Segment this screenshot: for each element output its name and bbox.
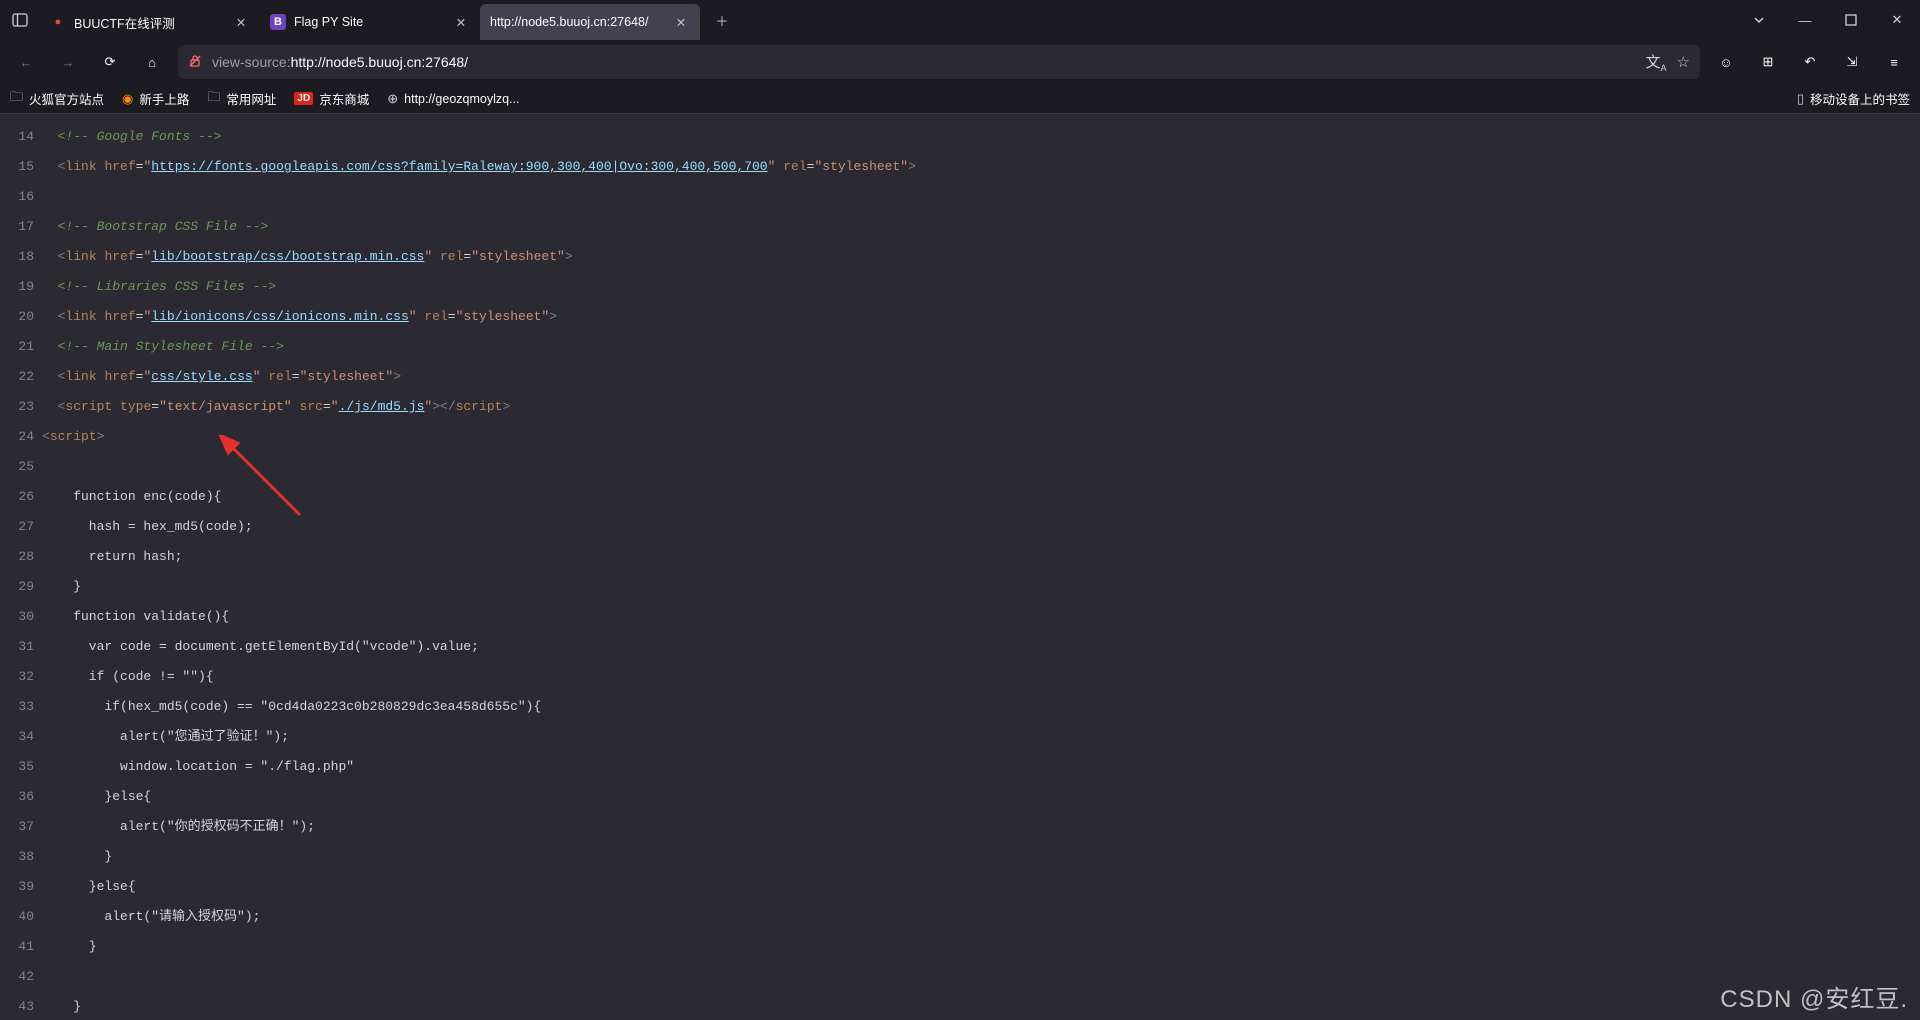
close-icon[interactable]: ✕ <box>672 15 690 30</box>
reload-button[interactable]: ⟳ <box>94 46 126 78</box>
tabs-overflow-icon[interactable] <box>1736 0 1782 40</box>
source-code: 14 <!-- Google Fonts --> 15 <link href="… <box>0 114 1920 1020</box>
favicon-icon: B <box>270 14 286 30</box>
tab-buuctf[interactable]: ● BUUCTF在线评测 ✕ <box>40 4 260 40</box>
favicon-icon: ● <box>50 14 66 30</box>
translate-icon[interactable]: 文A <box>1646 51 1667 73</box>
insecure-lock-icon <box>188 54 202 71</box>
bookmark-label: 京东商城 <box>319 89 369 108</box>
app-menu-icon[interactable]: ≡ <box>1878 46 1910 78</box>
sidebar-toggle-icon[interactable] <box>0 0 40 40</box>
firefox-icon: ◉ <box>122 91 133 107</box>
tab-view-source[interactable]: http://node5.buuoj.cn:27648/ ✕ <box>480 4 700 40</box>
tab-strip: ● BUUCTF在线评测 ✕ B Flag PY Site ✕ http://n… <box>40 0 1736 40</box>
jd-icon: JD <box>294 92 313 105</box>
nav-toolbar: ← → ⟳ ⌂ view-source:http://node5.buuoj.c… <box>0 40 1920 84</box>
bookmark-firefox-sites[interactable]: 🗀 火狐官方站点 <box>10 88 104 110</box>
tab-flag-py[interactable]: B Flag PY Site ✕ <box>260 4 480 40</box>
bookmark-label: 火狐官方站点 <box>29 89 104 108</box>
tab-title: BUUCTF在线评测 <box>74 13 224 32</box>
undo-icon[interactable]: ↶ <box>1794 46 1826 78</box>
back-button[interactable]: ← <box>10 46 42 78</box>
new-tab-button[interactable]: ＋ <box>706 4 738 36</box>
globe-icon: ⊕ <box>387 91 398 107</box>
bookmark-getting-started[interactable]: ◉ 新手上路 <box>122 89 189 108</box>
close-window-icon[interactable]: ✕ <box>1874 0 1920 40</box>
url-text: view-source:http://node5.buuoj.cn:27648/ <box>212 54 1636 70</box>
folder-icon: 🗀 <box>207 88 220 110</box>
bookmark-geozq[interactable]: ⊕ http://geozqmoylzq... <box>387 91 519 107</box>
tab-title: Flag PY Site <box>294 15 444 29</box>
titlebar: ● BUUCTF在线评测 ✕ B Flag PY Site ✕ http://n… <box>0 0 1920 40</box>
bookmark-label: 新手上路 <box>139 89 189 108</box>
mobile-icon: ▯ <box>1797 91 1804 107</box>
bookmarks-bar: 🗀 火狐官方站点 ◉ 新手上路 🗀 常用网址 JD 京东商城 ⊕ http://geozq… <box>0 84 1920 114</box>
bookmark-jd[interactable]: JD 京东商城 <box>294 89 369 108</box>
bookmark-label: 常用网址 <box>226 89 276 108</box>
source-viewer[interactable]: 14 <!-- Google Fonts --> 15 <link href="… <box>0 114 1920 1020</box>
folder-icon: 🗀 <box>10 88 23 110</box>
window-controls: — ✕ <box>1736 0 1920 40</box>
account-icon[interactable]: ☺ <box>1710 46 1742 78</box>
bookmark-star-icon[interactable]: ☆ <box>1677 53 1690 71</box>
tab-title: http://node5.buuoj.cn:27648/ <box>490 15 664 29</box>
home-button[interactable]: ⌂ <box>136 46 168 78</box>
bookmark-mobile[interactable]: ▯ 移动设备上的书签 <box>1797 89 1910 108</box>
maximize-icon[interactable] <box>1828 0 1874 40</box>
close-icon[interactable]: ✕ <box>232 15 250 30</box>
bookmark-common[interactable]: 🗀 常用网址 <box>207 88 276 110</box>
watermark: CSDN @安红豆. <box>1720 979 1908 1014</box>
bookmark-label: http://geozqmoylzq... <box>404 92 519 106</box>
extensions-icon[interactable]: ⊞ <box>1752 46 1784 78</box>
minimize-icon[interactable]: — <box>1782 0 1828 40</box>
bookmark-label: 移动设备上的书签 <box>1810 89 1910 108</box>
forward-button[interactable]: → <box>52 46 84 78</box>
close-icon[interactable]: ✕ <box>452 15 470 30</box>
url-bar[interactable]: view-source:http://node5.buuoj.cn:27648/… <box>178 45 1700 79</box>
save-to-pocket-icon[interactable]: ⇲ <box>1836 46 1868 78</box>
